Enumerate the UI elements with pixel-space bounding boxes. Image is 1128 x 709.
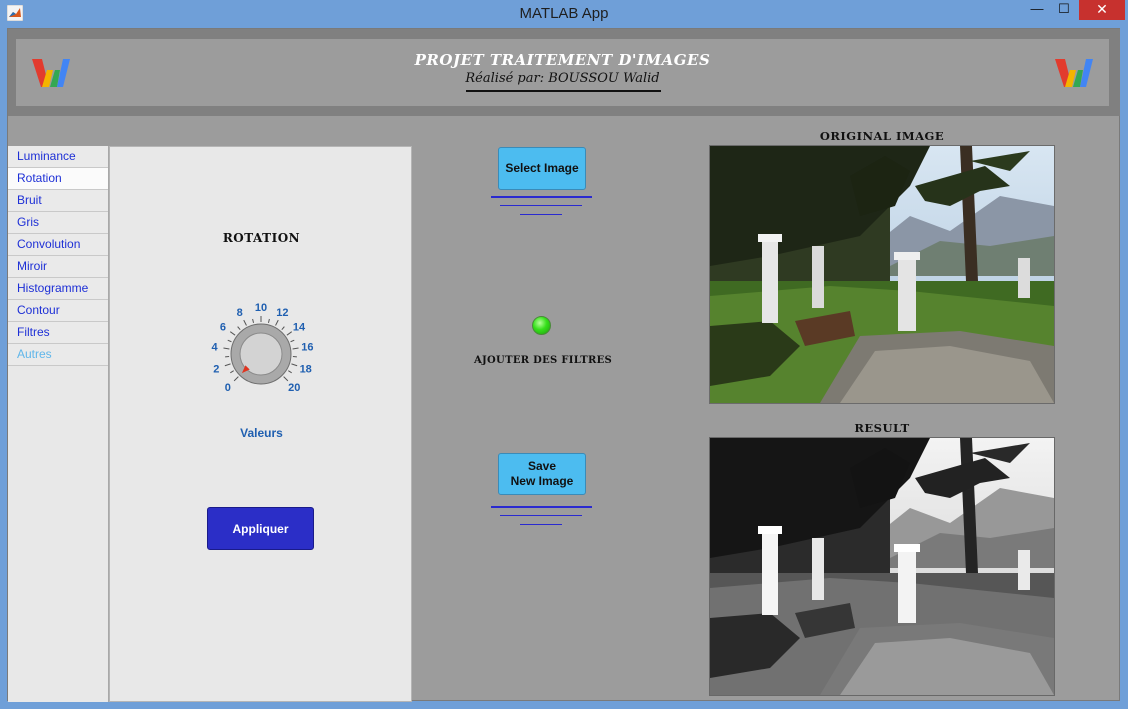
knob-tick-label: 18 [300, 364, 312, 376]
w-logo-icon [1053, 56, 1095, 90]
header-banner: PROJET TRAITEMENT D'IMAGES Réalisé par: … [8, 29, 1120, 116]
save-underline [491, 506, 592, 508]
maximize-button[interactable]: ☐ [1051, 0, 1077, 20]
result-image-title: RESULT [854, 421, 910, 435]
knob-tick [224, 363, 231, 367]
app-window: MATLAB App — ☐ ✕ PROJET TRAITEMENT D'IMA… [0, 0, 1128, 709]
knob-tick-label: 2 [213, 364, 219, 376]
knob-label: Valeurs [240, 426, 283, 440]
knob-tick-label: 16 [301, 342, 313, 354]
header-panel: PROJET TRAITEMENT D'IMAGES Réalisé par: … [16, 39, 1109, 106]
tab-luminance[interactable]: Luminance [8, 146, 108, 168]
rotation-title: ROTATION [222, 231, 301, 245]
author-underline [466, 90, 661, 92]
knob-tick [252, 318, 255, 324]
knob-tick-label: 8 [237, 307, 243, 319]
knob-tick [292, 347, 299, 350]
knob-tick [230, 370, 234, 374]
tab-convolution[interactable]: Convolution [8, 234, 108, 256]
tab-bruit[interactable]: Bruit [8, 190, 108, 212]
app-client-area: PROJET TRAITEMENT D'IMAGES Réalisé par: … [7, 28, 1120, 702]
knob-tick-label: 14 [293, 321, 306, 333]
author-line: Réalisé par: BOUSSOU Walid [465, 71, 660, 86]
knob-tick [286, 331, 293, 336]
status-lamp [532, 316, 551, 335]
rotation-knob[interactable]: 0 2 4 6 8 10 12 14 16 18 20 [202, 299, 320, 407]
park-photo-res [710, 438, 1054, 695]
title-bar[interactable]: MATLAB App — ☐ ✕ [0, 0, 1128, 27]
knob-tick-label: 10 [255, 302, 267, 314]
knob-tick-label: 0 [225, 382, 231, 394]
filters-label: AJOUTER DES FILTRES [473, 355, 613, 366]
knob-tick-label: 12 [276, 307, 288, 319]
knob-tick [227, 339, 232, 343]
knob-tick [267, 318, 270, 324]
tab-gris[interactable]: Gris [8, 212, 108, 234]
tab-list: Luminance Rotation Bruit Gris Convolution Mir… [8, 146, 109, 702]
save-underline [500, 515, 582, 516]
select-underline [491, 196, 592, 198]
save-label-line1: Save [527, 459, 556, 473]
tab-autres[interactable]: Autres [8, 344, 108, 366]
knob-tick [288, 370, 292, 374]
select-image-button[interactable]: Select Image [498, 147, 586, 190]
park-photo-orig [710, 146, 1054, 403]
knob-tick-label: 6 [220, 321, 226, 333]
original-image [709, 145, 1055, 404]
minimize-button[interactable]: — [1023, 0, 1051, 20]
save-image-button[interactable]: Save New Image [498, 453, 586, 495]
knob-tick [229, 331, 236, 336]
knob-tick [223, 347, 230, 350]
select-underline [500, 205, 582, 206]
tab-filtres[interactable]: Filtres [8, 322, 108, 344]
knob-tick-label: 20 [288, 382, 300, 394]
knob-tick [290, 339, 295, 343]
select-underline [520, 214, 562, 215]
original-image-title: ORIGINAL IMAGE [819, 129, 945, 143]
close-button[interactable]: ✕ [1079, 0, 1125, 20]
rotation-panel: ROTATION 0 2 4 6 8 10 12 14 16 18 20 Valeurs Appli… [109, 146, 412, 702]
knob-tick [281, 326, 285, 330]
knob-tick-label: 4 [212, 342, 219, 354]
knob-tick [233, 376, 239, 382]
knob-tick [283, 376, 289, 382]
window-title: MATLAB App [519, 5, 609, 22]
knob-tick [243, 319, 247, 326]
apply-button[interactable]: Appliquer [207, 507, 314, 550]
result-image [709, 437, 1055, 696]
save-underline [520, 524, 562, 525]
knob-tick [275, 319, 279, 326]
tab-histogramme[interactable]: Histogramme [8, 278, 108, 300]
save-label-line2: New Image [510, 474, 574, 488]
tab-contour[interactable]: Contour [8, 300, 108, 322]
tab-miroir[interactable]: Miroir [8, 256, 108, 278]
tab-rotation[interactable]: Rotation [8, 168, 108, 190]
knob-tick [291, 363, 298, 367]
knob-tick [237, 326, 241, 330]
project-title: PROJET TRAITEMENT D'IMAGES [414, 51, 711, 69]
